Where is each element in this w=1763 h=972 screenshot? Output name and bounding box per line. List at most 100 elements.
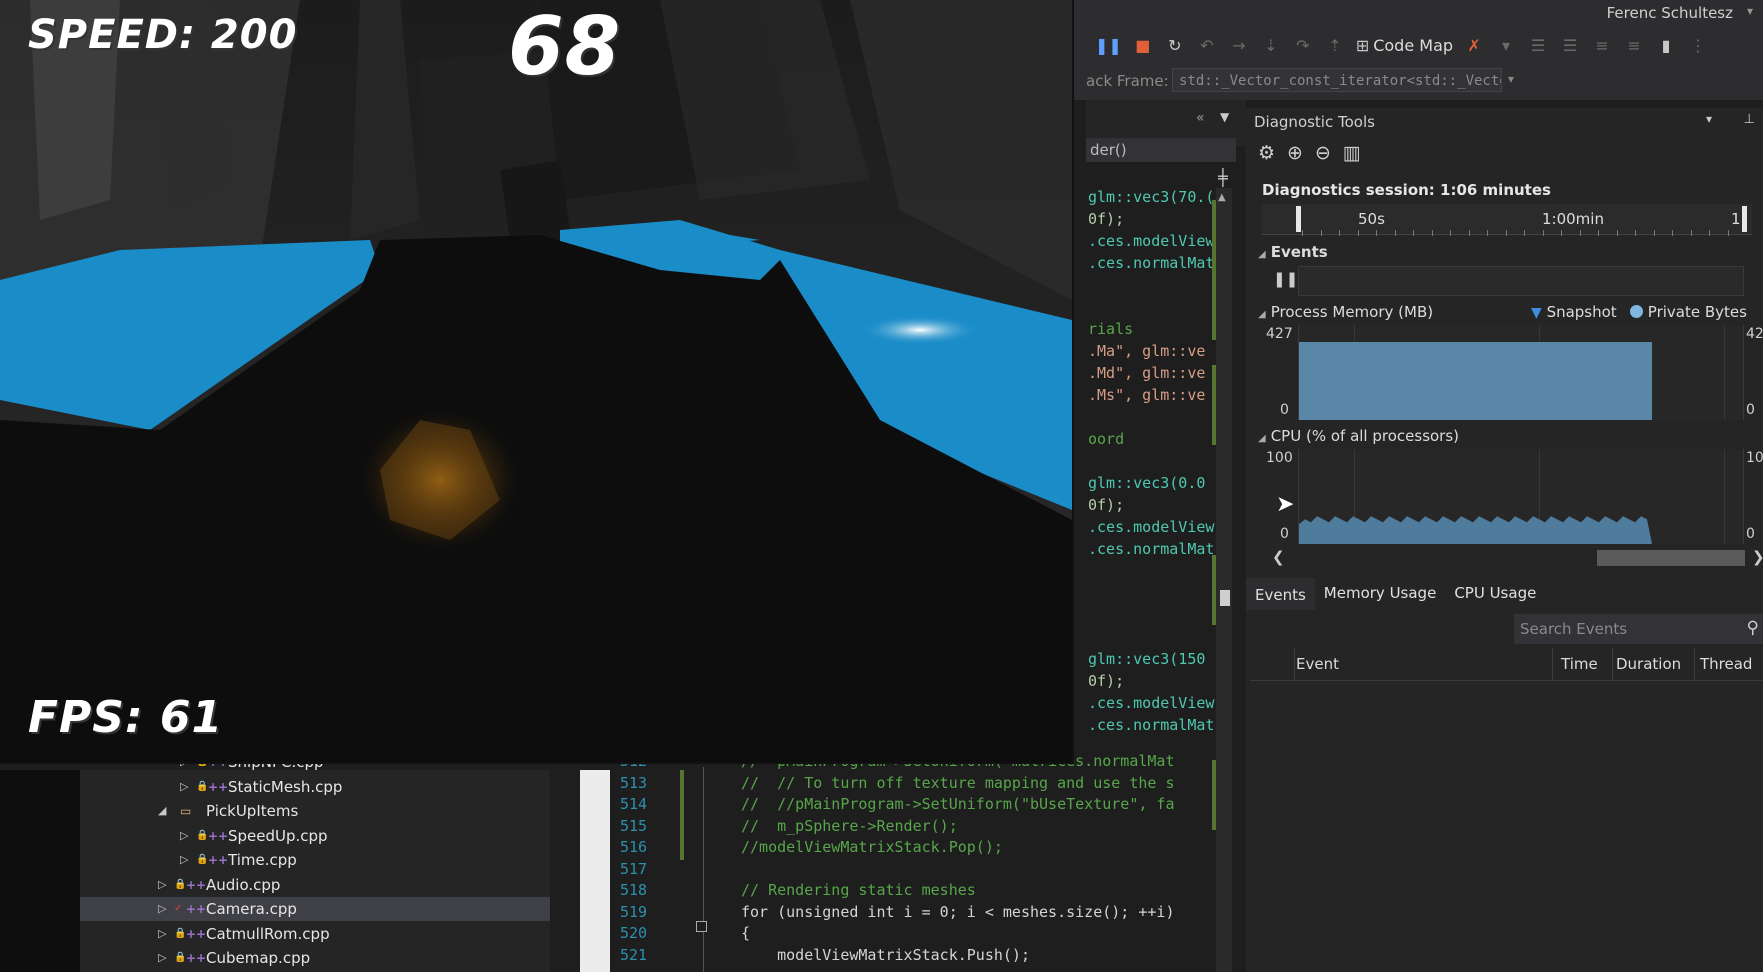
code-line: 0f); <box>1088 672 1125 690</box>
code-map-button[interactable]: ⊞ Code Map <box>1356 33 1453 57</box>
code-map-icon: ⊞ <box>1355 35 1370 55</box>
stack-frame-select[interactable]: std::_Vector_const_iterator<std::_Vector… <box>1172 68 1502 92</box>
events-track[interactable] <box>1298 266 1744 296</box>
process-memory-graph[interactable] <box>1298 325 1744 420</box>
comment-icon[interactable]: ≡ <box>1591 33 1613 57</box>
expand-arrow-icon[interactable]: ▷ <box>158 897 166 921</box>
settings-gear-icon[interactable]: ⚙ <box>1258 142 1275 164</box>
tree-item[interactable]: ▷ 🔒 ++ StaticMesh.cpp <box>80 775 550 799</box>
zoom-out-icon[interactable]: ⊖ <box>1315 142 1331 164</box>
search-icon[interactable]: ⚲ <box>1747 618 1759 638</box>
pin-icon[interactable]: ⊥ <box>1744 112 1755 127</box>
lock-icon: 🔒 <box>174 878 187 890</box>
zoom-in-icon[interactable]: ⊕ <box>1287 142 1303 164</box>
column-event[interactable]: Event <box>1296 655 1339 673</box>
tree-item[interactable]: ▷ 🔒 ++ Time.cpp <box>80 848 550 872</box>
restart-icon[interactable]: ↻ <box>1164 33 1186 57</box>
tab-memory-usage[interactable]: Memory Usage <box>1315 578 1446 608</box>
scroll-right-icon[interactable]: ❯ <box>1752 548 1763 566</box>
align-left-icon[interactable]: ☰ <box>1527 33 1549 57</box>
search-events-input[interactable]: Search Events <box>1514 614 1763 644</box>
step-into-icon[interactable]: → <box>1228 33 1250 57</box>
reset-zoom-icon[interactable]: ▥ <box>1343 142 1361 164</box>
indent-icon[interactable]: ☰ <box>1559 33 1581 57</box>
tab-cpu-usage[interactable]: CPU Usage <box>1445 578 1545 608</box>
timeline-start-handle[interactable] <box>1296 206 1301 232</box>
stack-frame-dropdown-icon[interactable]: ▾ <box>1508 72 1514 86</box>
expand-arrow-icon[interactable]: ▷ <box>180 775 188 799</box>
line-number: 515 <box>620 816 648 835</box>
code-line: .ces.normalMat <box>1088 254 1215 272</box>
panel-title: Diagnostic Tools <box>1254 113 1375 131</box>
collapse-triangle-icon[interactable]: ◢ <box>1258 249 1266 260</box>
code-line: .ces.modelView <box>1088 518 1215 536</box>
pause-icon[interactable]: ❚❚ <box>1095 33 1122 57</box>
expand-arrow-icon[interactable]: ▷ <box>180 848 188 872</box>
vertical-scrollbar[interactable] <box>1216 188 1232 972</box>
tab-events[interactable]: Events <box>1246 578 1315 610</box>
tree-item[interactable]: ◢ ▭ PickUpItems <box>80 799 550 823</box>
collapse-block-icon[interactable] <box>696 921 707 932</box>
cpu-graph[interactable] <box>1298 449 1744 544</box>
lock-icon: 🔒 <box>196 780 209 792</box>
step-over-icon[interactable]: ⇣ <box>1260 33 1282 57</box>
column-time[interactable]: Time <box>1561 655 1598 673</box>
process-memory-header[interactable]: ◢ Process Memory (MB) <box>1258 303 1433 321</box>
scroll-left-icon[interactable]: ❮ <box>1272 548 1285 566</box>
dropdown-icon[interactable]: ▾ <box>1495 33 1517 57</box>
bookmark-icon[interactable]: ▮ <box>1655 33 1677 57</box>
show-next-statement-icon[interactable]: ↶ <box>1196 33 1218 57</box>
expand-arrow-icon[interactable]: ▷ <box>158 873 166 897</box>
timeline-end-handle[interactable] <box>1742 206 1747 232</box>
line-number: 520 <box>620 924 648 942</box>
code-line: glm::vec3(150 <box>1088 650 1206 668</box>
step-out-icon[interactable]: ↷ <box>1292 33 1314 57</box>
collapse-icon[interactable]: « <box>1196 110 1205 126</box>
code-line: 0f); <box>1088 210 1125 228</box>
column-thread[interactable]: Thread <box>1700 655 1752 673</box>
tree-item[interactable]: ▷ 🔒 ++ SpeedUp.cpp <box>80 824 550 848</box>
events-section-header[interactable]: ◢ Events <box>1258 243 1328 261</box>
uncomment-icon[interactable]: ≡ <box>1623 33 1645 57</box>
step-up-icon[interactable]: ⇡ <box>1324 33 1346 57</box>
fps-display: FPS: 61 <box>28 692 224 743</box>
tree-item[interactable]: ▷ 🔒 ++ Audio.cpp <box>80 873 550 897</box>
dropdown-icon[interactable]: ▼ <box>1220 110 1229 124</box>
tree-item[interactable]: ▷ 🔒 ++ Cubemap.cpp <box>80 946 550 970</box>
tree-item-label: Cubemap.cpp <box>206 949 311 967</box>
expand-arrow-icon[interactable]: ▷ <box>158 922 166 946</box>
pause-events-icon[interactable]: ❚❚ <box>1273 270 1298 288</box>
folder-icon: ▭ <box>180 804 192 818</box>
dropdown-icon[interactable]: ▾ <box>1706 112 1712 126</box>
tree-item[interactable]: ▷ 🔒 ++ CatmullRom.cpp <box>80 922 550 946</box>
chevron-down-icon[interactable]: ▾ <box>1747 4 1753 18</box>
scroll-up-icon[interactable]: ▲ <box>1218 192 1226 203</box>
cpu-section-header[interactable]: ◢ CPU (% of all processors) <box>1258 427 1459 445</box>
scrollbar-thumb[interactable] <box>1597 550 1745 566</box>
user-name[interactable]: Ferenc Schultesz <box>1607 4 1733 22</box>
column-duration[interactable]: Duration <box>1616 655 1681 673</box>
events-grid-body[interactable] <box>1250 681 1763 972</box>
split-editor-icon[interactable]: ╪ <box>1218 168 1228 187</box>
scrollbar-thumb[interactable] <box>1220 590 1230 606</box>
expand-arrow-icon[interactable]: ▷ <box>158 946 166 970</box>
member-navigation-dropdown[interactable]: der() <box>1086 138 1236 162</box>
tree-item[interactable]: ▷ ✓ ++ Camera.cpp <box>80 897 550 921</box>
left-margin <box>0 770 80 972</box>
tree-item-label: Camera.cpp <box>206 900 297 918</box>
timer-display: 68 <box>508 0 622 93</box>
collapse-triangle-icon[interactable]: ◢ <box>1258 433 1266 444</box>
checked-out-icon: ✓ <box>174 903 183 914</box>
stop-icon[interactable]: ■ <box>1132 33 1154 57</box>
indent-guide <box>703 767 704 972</box>
game-window[interactable]: SPEED: 200 68 FPS: 61 <box>0 0 1074 764</box>
collapse-triangle-icon[interactable]: ◢ <box>158 799 166 823</box>
overflow-icon[interactable]: ⋮ <box>1687 33 1709 57</box>
timeline-ruler[interactable]: 50s 1:00min 1 <box>1262 204 1752 236</box>
exceptions-icon[interactable]: ✗ <box>1463 33 1485 57</box>
legend-snapshot: ▼ Snapshot <box>1531 303 1617 321</box>
cpu-y-min-right: 0 <box>1746 526 1755 542</box>
legend-private-label: Private Bytes <box>1647 303 1747 321</box>
expand-arrow-icon[interactable]: ▷ <box>180 824 188 848</box>
collapse-triangle-icon[interactable]: ◢ <box>1258 309 1266 320</box>
